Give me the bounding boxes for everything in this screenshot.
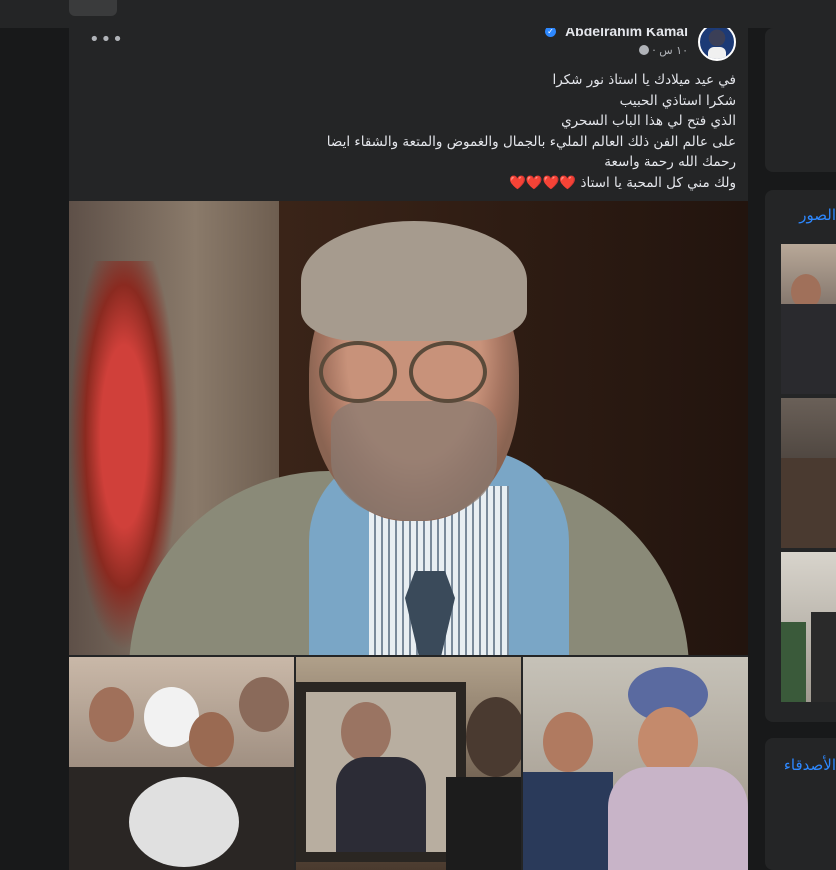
top-bar [0,0,836,28]
post-time[interactable]: ١٠ س [659,44,688,57]
post-line: الذي فتح لي هذا الباب السحري [561,113,736,129]
main-photo[interactable] [69,201,748,655]
sidebar-photo[interactable] [781,398,836,548]
hearts-emoji: ❤️❤️❤️❤️ [508,174,577,191]
photo-grid [69,657,748,870]
sidebar-photo[interactable] [781,552,836,702]
post-line: ولك مني كل المحبة يا استاذ ❤️❤️❤️❤️ [96,173,736,194]
photo-thumbnail[interactable] [296,657,521,870]
photo-thumbnail[interactable] [69,657,294,870]
author-avatar[interactable] [698,28,736,61]
photos-title[interactable]: الصور [799,206,836,224]
author-name[interactable]: Abdelrahim Kamal [565,28,688,39]
post-text: في عيد ميلادك يا استاذ نور شكرا شكرا است… [96,70,736,193]
post-line: شكرا استاذي الحبيب [619,92,736,109]
top-button[interactable] [69,0,117,16]
photo-thumbnail[interactable] [523,657,748,870]
sidebar-photos-card: الصور [765,190,836,722]
sidebar-photo[interactable] [781,244,836,394]
post-line: في عيد ميلادك يا استاذ نور شكرا [552,72,736,88]
post-line: رحمك الله رحمة واسعة [604,154,736,170]
post-card: ••• Abdelrahim Kamal ✓ ١٠ س · في عيد ميل… [69,28,748,870]
sidebar-card [765,28,836,172]
verified-badge-icon: ✓ [545,28,556,37]
friends-title[interactable]: الأصدقاء [784,756,836,774]
post-line: على عالم الفن ذلك العالم المليء بالجمال … [326,133,736,150]
post-meta: ١٠ س · [636,44,688,57]
sidebar-friends-card: الأصدقاء [765,738,836,870]
public-globe-icon [638,45,649,55]
post-line-text: ولك مني كل المحبة يا استاذ [580,174,736,191]
more-options-icon[interactable]: ••• [89,31,123,49]
